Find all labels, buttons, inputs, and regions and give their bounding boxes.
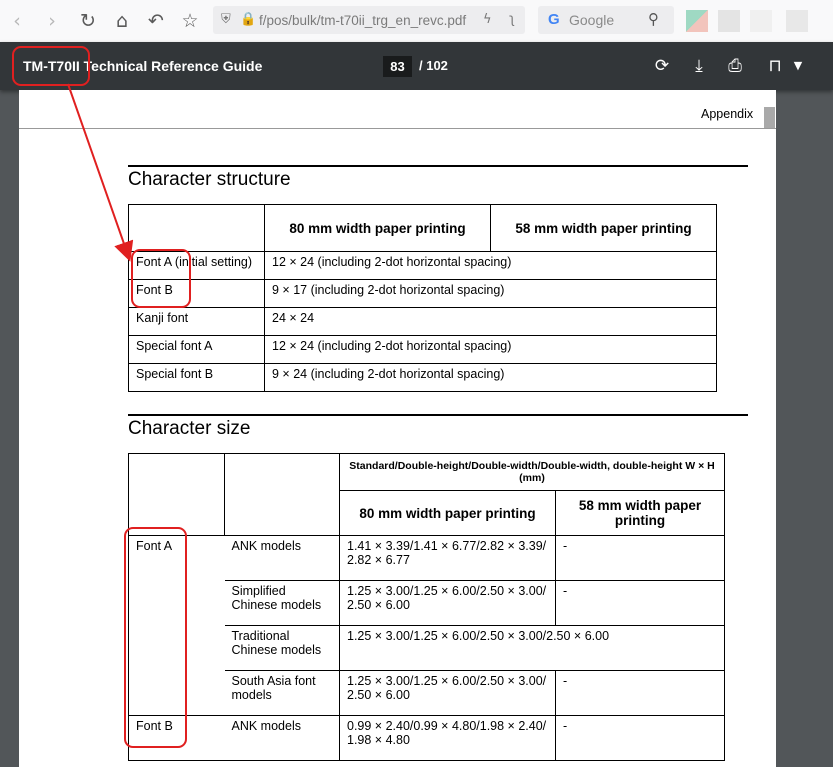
annotation-arrow: [67, 83, 134, 262]
